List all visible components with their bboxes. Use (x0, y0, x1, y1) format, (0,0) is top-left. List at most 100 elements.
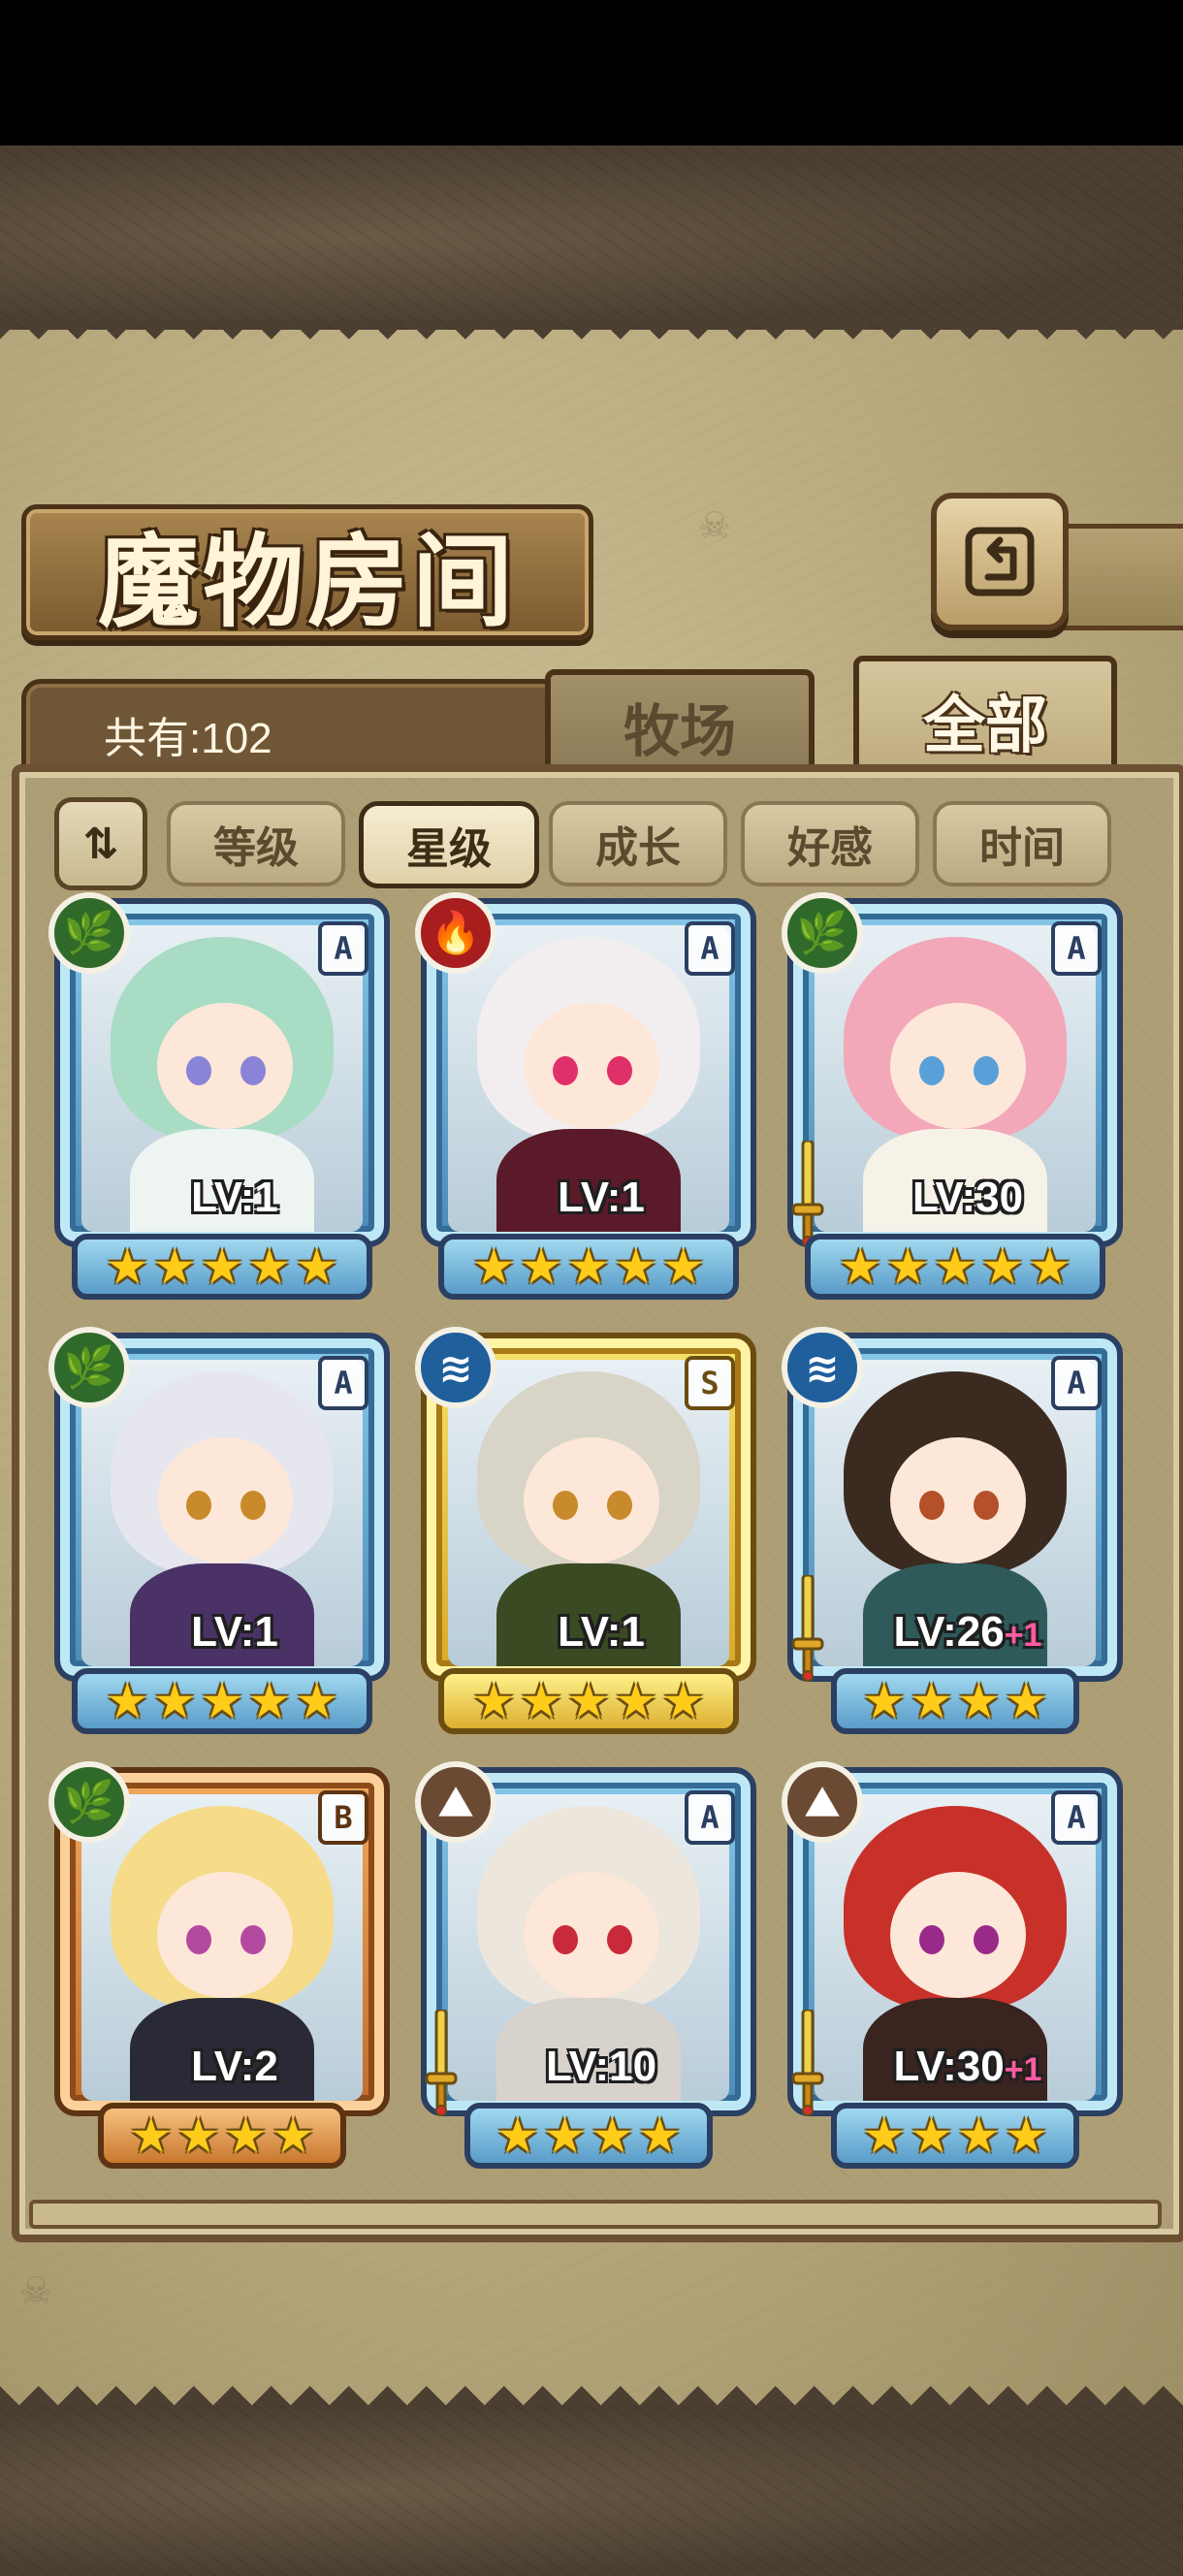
element-fire-icon: 🔥 (415, 892, 496, 974)
monster-card[interactable]: B LV:2 🌿 ★ ★ ★ ★ (48, 1761, 390, 2174)
star-icon: ★ (295, 1673, 339, 1729)
star-icon: ★ (200, 1673, 244, 1729)
monster-level: LV:1 (485, 1608, 718, 1657)
element-nature-icon: 🌿 (48, 1327, 130, 1408)
rank-badge: A (685, 921, 735, 976)
star-icon: ★ (1028, 1239, 1072, 1295)
star-icon: ★ (957, 1673, 1001, 1729)
monster-level: LV:2 (118, 2043, 351, 2091)
level-text: LV:2 (191, 2043, 278, 2090)
star-icon: ★ (862, 1673, 907, 1729)
monster-card[interactable]: A LV:30+1 ⛰ ★ ★ ★ ★ (782, 1761, 1123, 2174)
star-rating: ★ ★ ★ ★ ★ (438, 1668, 739, 1734)
star-icon: ★ (661, 1239, 706, 1295)
portrait-eye (919, 1056, 944, 1085)
skull-map-icon: ☠ (19, 2270, 53, 2312)
portrait-face (890, 1872, 1026, 1998)
element-earth-icon: ⛰ (782, 1761, 863, 1843)
portrait-eye (919, 1925, 944, 1954)
monster-card[interactable]: A LV:26+1 ≋ ★ ★ ★ ★ (782, 1327, 1123, 1740)
sort-star-button[interactable]: 星级 (359, 801, 539, 888)
star-icon: ★ (105, 1673, 149, 1729)
element-earth-icon: ⛰ (415, 1761, 496, 1843)
monster-card[interactable]: A LV:1 🔥 ★ ★ ★ ★ ★ (415, 892, 756, 1305)
portrait-eye (553, 1491, 578, 1520)
level-text: LV:26 (893, 1608, 1005, 1656)
star-icon: ★ (105, 1239, 149, 1295)
sort-direction-icon: ⇅ (82, 819, 119, 869)
star-rating: ★ ★ ★ ★ ★ (805, 1234, 1105, 1300)
rank-badge: A (318, 921, 368, 976)
portrait-eye (240, 1491, 266, 1520)
star-icon: ★ (591, 2108, 634, 2164)
element-nature-icon: 🌿 (48, 1761, 130, 1843)
star-rating: ★ ★ ★ ★ ★ (72, 1668, 372, 1734)
monster-level: LV:1 (485, 1174, 718, 1222)
portrait-eye (974, 1491, 999, 1520)
monster-level: LV:1 (118, 1608, 351, 1657)
star-icon: ★ (957, 2108, 1001, 2164)
element-nature-icon: 🌿 (782, 892, 863, 974)
rank-badge: B (318, 1790, 368, 1845)
sword-icon (791, 1575, 824, 1682)
portrait-eye (974, 1056, 999, 1085)
portrait-eye (553, 1056, 578, 1085)
torn-edge-top (0, 320, 1183, 359)
sort-order-toggle[interactable]: ⇅ (54, 797, 147, 890)
monster-card[interactable]: A LV:1 🌿 ★ ★ ★ ★ ★ (48, 892, 390, 1305)
status-bar (0, 0, 1183, 145)
monster-level: LV:26+1 (851, 1608, 1084, 1657)
sort-time-button[interactable]: 时间 (933, 801, 1111, 886)
star-rating: ★ ★ ★ ★ (464, 2103, 713, 2169)
star-icon: ★ (1004, 2108, 1048, 2164)
portrait-face (890, 1437, 1026, 1563)
panel-bottom-rail (29, 2200, 1162, 2229)
sort-growth-button[interactable]: 成长 (549, 801, 727, 886)
element-water-icon: ≋ (782, 1327, 863, 1408)
monster-level: LV:10 (485, 2043, 718, 2091)
star-icon: ★ (614, 1239, 658, 1295)
star-icon: ★ (838, 1239, 882, 1295)
monster-level: LV:1 (118, 1174, 351, 1222)
portrait-eye (607, 1491, 632, 1520)
level-bonus: +1 (1004, 1617, 1042, 1654)
level-bonus: +1 (1004, 2051, 1042, 2088)
sort-level-button[interactable]: 等级 (167, 801, 345, 886)
star-icon: ★ (295, 1239, 339, 1295)
star-icon: ★ (224, 2108, 268, 2164)
star-icon: ★ (200, 1239, 244, 1295)
monster-card[interactable]: A LV:10 ⛰ ★ ★ ★ ★ (415, 1761, 756, 2174)
portrait-eye (186, 1925, 211, 1954)
star-icon: ★ (933, 1239, 977, 1295)
portrait-eye (186, 1056, 211, 1085)
monster-count: 共有:102 (104, 715, 272, 762)
portrait-face (524, 1872, 659, 1998)
monster-card[interactable]: S LV:1 ≋ ★ ★ ★ ★ ★ (415, 1327, 756, 1740)
portrait-face (157, 1872, 293, 1998)
portrait-eye (186, 1491, 211, 1520)
star-icon: ★ (614, 1673, 658, 1729)
element-nature-icon: 🌿 (48, 892, 130, 974)
portrait-face (157, 1437, 293, 1563)
level-text: LV:10 (545, 2043, 657, 2090)
sword-icon (791, 2010, 824, 2116)
back-button[interactable] (931, 493, 1069, 630)
star-rating: ★ ★ ★ ★ (831, 2103, 1079, 2169)
star-rating: ★ ★ ★ ★ (831, 1668, 1079, 1734)
level-text: LV:1 (558, 1174, 645, 1221)
sort-affection-button[interactable]: 好感 (741, 801, 919, 886)
map-background-bottom (0, 2405, 1183, 2576)
monster-card[interactable]: A LV:1 🌿 ★ ★ ★ ★ ★ (48, 1327, 390, 1740)
star-icon: ★ (152, 1239, 197, 1295)
portrait-face (524, 1003, 659, 1129)
star-icon: ★ (129, 2108, 174, 2164)
star-icon: ★ (980, 1239, 1025, 1295)
level-text: LV:1 (191, 1608, 278, 1656)
page-title: 魔物房间 (97, 521, 517, 641)
star-icon: ★ (637, 2108, 682, 2164)
rank-badge: A (1051, 1790, 1102, 1845)
monster-card[interactable]: A LV:30 🌿 ★ ★ ★ ★ ★ (782, 892, 1123, 1305)
portrait-eye (607, 1925, 632, 1954)
sword-icon (791, 1141, 824, 1247)
rank-badge: A (1051, 1356, 1102, 1410)
